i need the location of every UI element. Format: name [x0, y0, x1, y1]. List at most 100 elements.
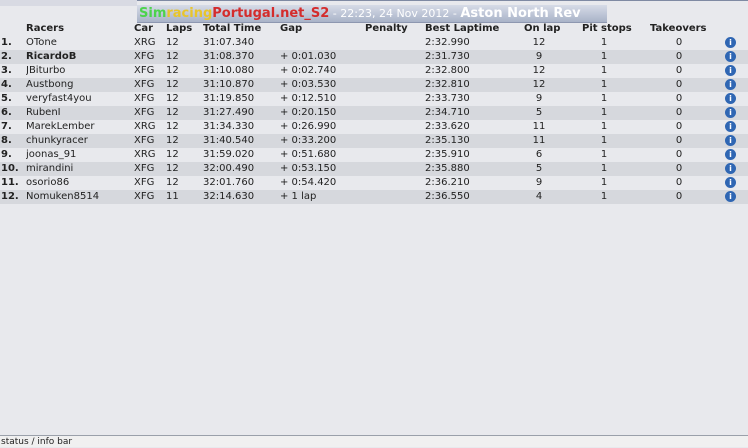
cell-best-laptime: 2:35.910 — [425, 149, 470, 160]
cell-racer-name: joonas_91 — [26, 149, 77, 160]
cell-laps: 12 — [166, 37, 179, 48]
cell-best-laptime: 2:36.550 — [425, 191, 470, 202]
cell-gap: + 1 lap — [280, 191, 317, 202]
cell-gap: + 0:33.200 — [280, 135, 337, 146]
cell-racer-name: chunkyracer — [26, 135, 88, 146]
cell-position: 11. — [1, 177, 19, 188]
cell-car: XFG — [134, 107, 155, 118]
info-icon[interactable]: i — [725, 120, 737, 134]
cell-car: XFG — [134, 93, 155, 104]
table-row: 10. mirandini XFG 12 32:00.490 + 0:53.150 2:35… — [0, 162, 748, 176]
table-row: 8. chunkyracer XFG 12 31:40.540 + 0:33.200 2:3… — [0, 134, 748, 148]
cell-on-lap: 12 — [532, 79, 546, 90]
col-laps: Laps — [166, 23, 193, 34]
cell-car: XFG — [134, 163, 155, 174]
cell-pit-stops: 1 — [600, 107, 608, 118]
info-icon[interactable]: i — [725, 162, 737, 176]
cell-pit-stops: 1 — [600, 65, 608, 76]
cell-racer-name: mirandini — [26, 163, 74, 174]
cell-takeovers: 0 — [675, 37, 683, 48]
cell-racer-name: Austbong — [26, 79, 74, 90]
info-icon[interactable]: i — [725, 134, 737, 148]
cell-total-time: 31:34.330 — [203, 121, 255, 132]
cell-best-laptime: 2:32.800 — [425, 65, 470, 76]
cell-best-laptime: 2:32.990 — [425, 37, 470, 48]
cell-gap: + 0:53.150 — [280, 163, 337, 174]
results-table: Racers Car Laps Total Time Gap Penalty B… — [0, 22, 748, 204]
cell-car: XRG — [134, 37, 156, 48]
cell-takeovers: 0 — [675, 93, 683, 104]
cell-position: 9. — [1, 149, 12, 160]
cell-racer-name: osorio86 — [26, 177, 70, 188]
cell-takeovers: 0 — [675, 163, 683, 174]
cell-takeovers: 0 — [675, 65, 683, 76]
track-name: Aston North Rev — [460, 6, 581, 21]
cell-racer-name: RicardoB — [26, 51, 77, 62]
cell-gap: + 0:01.030 — [280, 51, 337, 62]
title-bar: SimracingPortugal.net_S2 - 22:23, 24 Nov… — [137, 5, 607, 23]
table-row: 9. joonas_91 XRG 12 31:59.020 + 0:51.680 2:35.… — [0, 148, 748, 162]
col-takeovers: Takeovers — [650, 23, 707, 34]
cell-laps: 12 — [166, 65, 179, 76]
cell-total-time: 31:40.540 — [203, 135, 255, 146]
info-icon[interactable]: i — [725, 50, 737, 64]
info-icon[interactable]: i — [725, 78, 737, 92]
cell-total-time: 32:01.760 — [203, 177, 255, 188]
table-row: 6. RubenI XFG 12 31:27.490 + 0:20.150 2:34.710… — [0, 106, 748, 120]
cell-on-lap: 9 — [535, 177, 543, 188]
cell-racer-name: RubenI — [26, 107, 61, 118]
cell-gap: + 0:26.990 — [280, 121, 337, 132]
cell-pit-stops: 1 — [600, 79, 608, 90]
cell-position: 2. — [1, 51, 12, 62]
cell-takeovers: 0 — [675, 51, 683, 62]
session-timestamp: - 22:23, 24 Nov 2012 - — [329, 7, 461, 20]
info-icon[interactable]: i — [725, 106, 737, 120]
table-header: Racers Car Laps Total Time Gap Penalty B… — [0, 22, 748, 36]
info-icon[interactable]: i — [725, 92, 737, 106]
cell-position: 4. — [1, 79, 12, 90]
cell-best-laptime: 2:33.730 — [425, 93, 470, 104]
col-penalty: Penalty — [365, 23, 408, 34]
col-total-time: Total Time — [203, 23, 262, 34]
table-row: 1. OTone XRG 12 31:07.340 2:32.990 12 1 0 i — [0, 36, 748, 50]
cell-total-time: 31:59.020 — [203, 149, 255, 160]
info-icon[interactable]: i — [725, 176, 737, 190]
cell-best-laptime: 2:34.710 — [425, 107, 470, 118]
info-icon[interactable]: i — [725, 36, 737, 50]
table-row: 11. osorio86 XFG 12 32:01.760 + 0:54.420 2:36.… — [0, 176, 748, 190]
cell-position: 6. — [1, 107, 12, 118]
cell-takeovers: 0 — [675, 191, 683, 202]
cell-pit-stops: 1 — [600, 121, 608, 132]
cell-total-time: 32:00.490 — [203, 163, 255, 174]
cell-total-time: 31:27.490 — [203, 107, 255, 118]
cell-best-laptime: 2:33.620 — [425, 121, 470, 132]
col-racers: Racers — [26, 23, 65, 34]
col-gap: Gap — [280, 23, 303, 34]
cell-position: 5. — [1, 93, 12, 104]
table-row: 4. Austbong XFG 12 31:10.870 + 0:03.530 2:32.8… — [0, 78, 748, 92]
info-icon[interactable]: i — [725, 64, 737, 78]
cell-car: XFG — [134, 79, 155, 90]
info-icon[interactable]: i — [725, 148, 737, 162]
cell-total-time: 31:19.850 — [203, 93, 255, 104]
cell-best-laptime: 2:35.130 — [425, 135, 470, 146]
col-best-laptime: Best Laptime — [425, 23, 500, 34]
cell-gap: + 0:12.510 — [280, 93, 337, 104]
cell-pit-stops: 1 — [600, 163, 608, 174]
cell-racer-name: veryfast4you — [26, 93, 92, 104]
col-car: Car — [134, 23, 154, 34]
cell-best-laptime: 2:36.210 — [425, 177, 470, 188]
info-icon[interactable]: i — [725, 190, 737, 204]
cell-gap: + 0:03.530 — [280, 79, 337, 90]
table-row: 3. JBiturbo XFG 12 31:10.080 + 0:02.740 2:32.8… — [0, 64, 748, 78]
cell-on-lap: 5 — [535, 163, 543, 174]
cell-pit-stops: 1 — [600, 37, 608, 48]
cell-position: 8. — [1, 135, 12, 146]
cell-pit-stops: 1 — [600, 135, 608, 146]
cell-on-lap: 6 — [535, 149, 543, 160]
cell-total-time: 31:10.870 — [203, 79, 255, 90]
cell-total-time: 31:10.080 — [203, 65, 255, 76]
table-row: 7. MarekLember XRG 12 31:34.330 + 0:26.990 2:3… — [0, 120, 748, 134]
top-border — [137, 0, 748, 1]
cell-racer-name: JBiturbo — [26, 65, 66, 76]
